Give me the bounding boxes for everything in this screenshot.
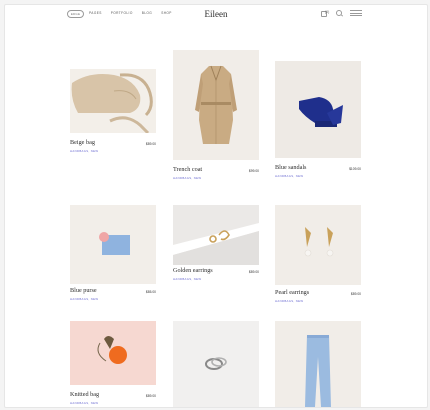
product-title[interactable]: Blue purse	[70, 287, 97, 294]
product-categories[interactable]: HANDBAGS, NEW	[275, 299, 303, 303]
product-price: $109.00	[349, 167, 361, 171]
page: EDGE PAGES PORTFOLIO BLOG SHOP Eileen (0…	[4, 4, 428, 408]
product-image-knitted-bag[interactable]	[70, 321, 156, 385]
cart-count: (0)	[325, 10, 330, 14]
product-image-blue-sandals[interactable]	[275, 61, 361, 158]
product-price: $89.00	[145, 394, 156, 398]
product-categories[interactable]: HANDBAGS, NEW	[70, 401, 98, 405]
product-card[interactable]: Trench coat $99.00 HANDBAGS, NEW	[173, 50, 259, 180]
product-image-trench-coat[interactable]	[173, 50, 259, 160]
product-title[interactable]: Pearl earrings	[275, 289, 309, 296]
product-title[interactable]: Knitted bag	[70, 391, 99, 398]
brand-title[interactable]: Eileen	[5, 9, 427, 19]
product-title[interactable]: Golden earrings	[173, 267, 213, 274]
product-card[interactable]	[275, 321, 361, 407]
product-card[interactable]: Knitted bag $89.00 HANDBAGS, NEW	[70, 321, 156, 405]
product-title[interactable]: Beige bag	[70, 139, 95, 146]
menu-icon[interactable]	[350, 10, 362, 16]
product-price: $89.00	[145, 142, 156, 146]
product-card[interactable]: Blue purse $85.00 HANDBAGS, NEW	[70, 205, 156, 303]
product-price: $85.00	[145, 290, 156, 294]
product-card[interactable]: Blue sandals $109.00 HANDBAGS, NEW	[275, 61, 361, 178]
product-categories[interactable]: HANDBAGS, NEW	[275, 174, 303, 178]
product-image-beige-bag[interactable]	[70, 69, 156, 133]
product-price: $89.00	[350, 292, 361, 296]
product-image-pearl-earrings[interactable]	[275, 205, 361, 285]
product-card[interactable]: Pearl earrings $89.00 HANDBAGS, NEW	[275, 205, 361, 303]
product-image-golden-earrings[interactable]	[173, 205, 259, 265]
product-title[interactable]: Trench coat	[173, 166, 202, 173]
product-card[interactable]	[173, 321, 259, 407]
product-image-blue-trousers[interactable]	[275, 321, 361, 407]
product-title[interactable]: Blue sandals	[275, 164, 306, 171]
product-categories[interactable]: HANDBAGS, NEW	[173, 176, 201, 180]
product-categories[interactable]: HANDBAGS, NEW	[70, 149, 98, 153]
product-image-blue-purse[interactable]	[70, 205, 156, 284]
product-image-rings[interactable]	[173, 321, 259, 407]
product-price: $89.00	[248, 270, 259, 274]
cart-button[interactable]: (0)	[321, 10, 330, 17]
product-categories[interactable]: HANDBAGS, NEW	[70, 297, 98, 301]
product-price: $99.00	[248, 169, 259, 173]
site-header: EDGE PAGES PORTFOLIO BLOG SHOP Eileen (0…	[5, 5, 427, 25]
product-card[interactable]: Golden earrings $89.00 HANDBAGS, NEW	[173, 205, 259, 283]
search-icon[interactable]	[336, 10, 342, 16]
header-icons: (0)	[321, 10, 362, 17]
product-card[interactable]: Beige bag $89.00 HANDBAGS, NEW	[70, 69, 156, 154]
product-categories[interactable]: HANDBAGS, NEW	[173, 277, 201, 281]
